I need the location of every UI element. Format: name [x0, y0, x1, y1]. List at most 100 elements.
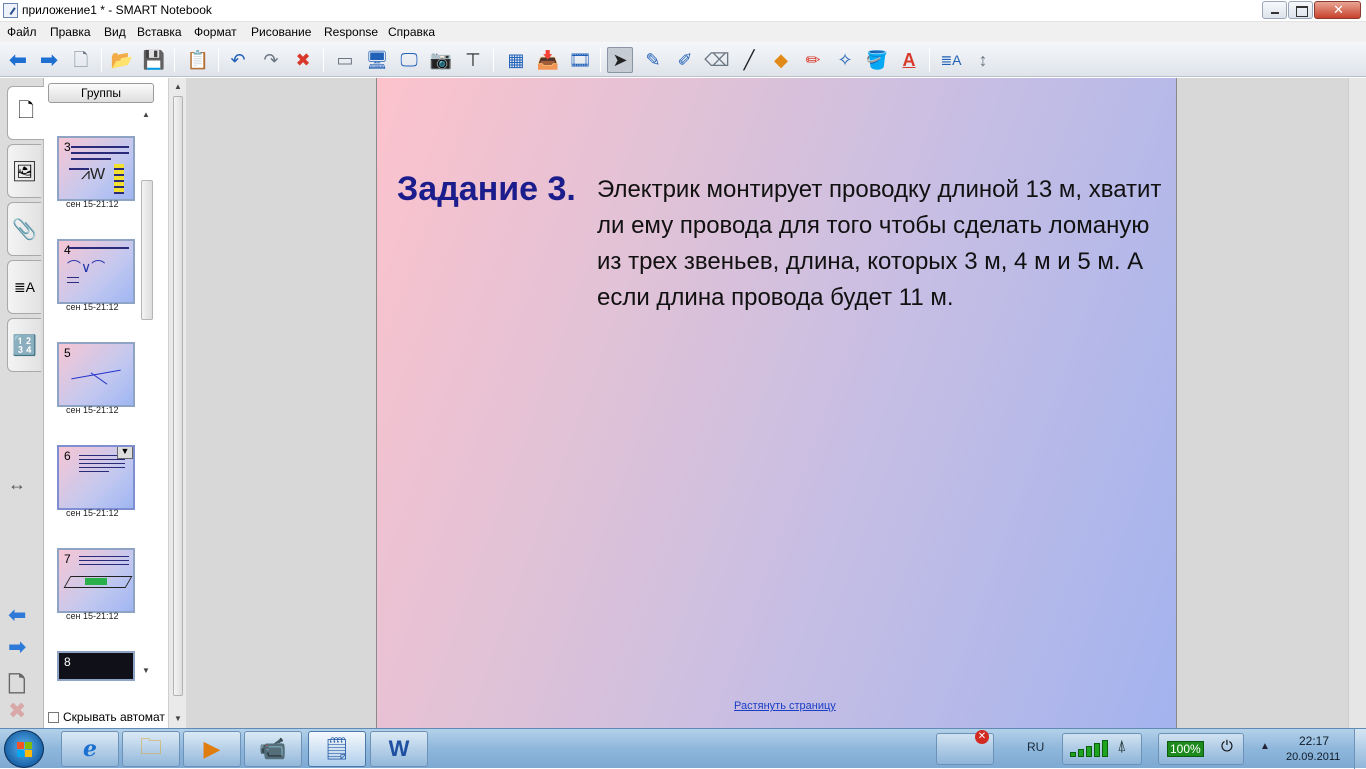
paste-icon[interactable]: 📋 [185, 47, 211, 73]
page-thumbnail[interactable]: 4 ⌒∨⌒ [57, 239, 135, 304]
page-number: 8 [64, 655, 71, 669]
table-icon[interactable]: ▦ [503, 47, 529, 73]
page-date: сен 15-21:12 [66, 611, 119, 621]
redo-icon[interactable]: ↷ [258, 47, 284, 73]
smart-notebook-app-icon [3, 3, 18, 18]
windows-logo-icon [17, 742, 33, 758]
page-sorter-tab-icon[interactable]: 🗋 [7, 86, 44, 140]
groups-button[interactable]: Группы [48, 83, 154, 103]
battery-percent: 100% [1167, 741, 1204, 757]
open-folder-icon[interactable]: 📂 [109, 47, 135, 73]
window-title: приложение1 * - SMART Notebook [22, 3, 212, 17]
panel-scrollbar[interactable]: ▲ ▼ [168, 78, 186, 728]
screen-shade-icon[interactable]: ▭ [332, 47, 358, 73]
menu-help[interactable]: Справка [388, 25, 435, 39]
menu-edit[interactable]: Правка [50, 25, 91, 39]
select-icon[interactable]: ➤ [607, 47, 633, 73]
toolbar: ⬅ ➡ 🗋 📂 💾 📋 ↶ ↷ ✖ ▭ 🖥 🖵 📷 ⊤ ▦ 📥 🎞 ➤ ✎ ✐ … [0, 42, 1366, 77]
wireless-icon: ⍋ [1117, 738, 1127, 755]
page-date: сен 15-21:12 [66, 302, 119, 312]
page-number: 7 [64, 552, 71, 566]
save-icon[interactable]: 💾 [141, 47, 167, 73]
autohide-checkbox[interactable]: Скрывать автомат [48, 710, 165, 724]
delete-page-icon[interactable]: ✖ [8, 698, 26, 724]
close-button[interactable] [1314, 1, 1361, 19]
back-arrow-icon[interactable]: ⬅ [5, 47, 31, 73]
page-number: 5 [64, 346, 71, 360]
add-page-icon[interactable]: 🗋 [68, 47, 94, 73]
clock-time[interactable]: 22:17 [1299, 734, 1329, 748]
menu-insert[interactable]: Вставка [137, 25, 182, 39]
creative-pen-icon[interactable]: ✐ [672, 47, 698, 73]
smart-notebook-taskbar-icon[interactable]: 🗒 [308, 731, 366, 767]
attachments-tab-icon[interactable]: 📎 [7, 202, 41, 256]
page-thumbnail[interactable]: 6 ▼ [57, 445, 135, 510]
page-sorter-panel: Группы 3 ⩘W сен 15-21:12 4 ⌒∨⌒ сен 15-21… [44, 78, 168, 728]
page-menu-dropdown-icon[interactable]: ▼ [117, 447, 133, 459]
properties-tab-icon[interactable]: ≣A [7, 260, 41, 314]
line-icon[interactable]: ╱ [736, 47, 762, 73]
record-icon[interactable]: 🎞 [567, 47, 593, 73]
task-title[interactable]: Задание 3. [397, 170, 576, 209]
undo-icon[interactable]: ↶ [225, 47, 251, 73]
autohide-checkbox-box[interactable] [48, 711, 59, 723]
delete-icon[interactable]: ✖ [290, 47, 316, 73]
fill-icon[interactable]: 🪣 [864, 47, 890, 73]
menu-response[interactable]: Response [324, 25, 378, 39]
maximize-button[interactable] [1288, 1, 1313, 19]
autohide-label: Скрывать автомат [63, 710, 165, 724]
properties-icon[interactable]: ≣A [938, 47, 964, 73]
internet-explorer-icon[interactable]: ℯ [61, 731, 119, 767]
page-thumbnail[interactable]: 7 [57, 548, 135, 613]
stretch-page-link[interactable]: Растянуть страницу [734, 700, 836, 712]
show-desktop-button[interactable] [1354, 729, 1366, 769]
page-thumbnail[interactable]: 5 [57, 342, 135, 407]
shape-icon[interactable]: ◆ [768, 47, 794, 73]
full-screen-icon[interactable]: 🖥 [364, 47, 390, 73]
screen-capture-icon[interactable]: 📷 [428, 47, 454, 73]
page-date: сен 15-21:12 [66, 405, 119, 415]
taskbar: ℯ 🗀 ▶ 📹 🗒 W ✕ RU ⍋ 100% ⏻ ▲ 22:17 20.09.… [0, 728, 1366, 769]
page-number: 6 [64, 449, 71, 463]
gallery-tab-icon[interactable]: 🖼 [7, 144, 41, 198]
notebook-page[interactable]: Задание 3. Электрик монтирует проводку д… [376, 78, 1177, 728]
menu-format[interactable]: Формат [194, 25, 237, 39]
resize-panel-icon[interactable]: ↔ [8, 474, 26, 495]
document-camera-app-icon[interactable]: 📹 [244, 731, 302, 767]
title-bar: приложение1 * - SMART Notebook [0, 0, 1366, 22]
page-date: сен 15-21:12 [66, 508, 119, 518]
previous-page-icon[interactable]: ⬅ [8, 602, 26, 628]
insert-attachment-icon[interactable]: 📥 [535, 47, 561, 73]
start-button[interactable] [4, 730, 44, 768]
menu-bar: Файл Правка Вид Вставка Формат Рисование… [0, 22, 1366, 42]
move-toolbar-icon[interactable]: ↕ [970, 47, 996, 73]
language-indicator[interactable]: RU [1027, 740, 1044, 754]
page-thumbnail[interactable]: 8 [57, 651, 135, 681]
eraser-icon[interactable]: ⌫ [704, 47, 730, 73]
menu-draw[interactable]: Рисование [251, 25, 311, 39]
pen-icon[interactable]: ✎ [640, 47, 666, 73]
menu-view[interactable]: Вид [104, 25, 126, 39]
workspace-scrollbar[interactable] [1348, 78, 1366, 728]
media-player-icon[interactable]: ▶ [183, 731, 241, 767]
word-icon[interactable]: W [370, 731, 428, 767]
clock-date[interactable]: 20.09.2011 [1286, 751, 1340, 763]
menu-file[interactable]: Файл [7, 25, 37, 39]
text-icon[interactable]: A [896, 47, 922, 73]
file-explorer-icon[interactable]: 🗀 [122, 731, 180, 767]
forward-arrow-icon[interactable]: ➡ [36, 47, 62, 73]
page-thumbnail[interactable]: 3 ⩘W [57, 136, 135, 201]
dual-page-icon[interactable]: 🖵 [396, 47, 422, 73]
page-sorter-scrollbar[interactable]: ▲ ▼ [140, 108, 155, 678]
show-hidden-icons-icon[interactable]: ▲ [1260, 741, 1270, 752]
minimize-button[interactable] [1262, 1, 1287, 19]
task-text[interactable]: Электрик монтирует проводку длиной 13 м,… [597, 172, 1167, 316]
side-tab-strip: 🗋 🖼 📎 ≣A 🔢 ↔ ⬅ ➡ 🗋 ✖ [0, 78, 44, 728]
addons-tab-icon[interactable]: 🔢 [7, 318, 41, 372]
next-page-icon[interactable]: ➡ [8, 634, 26, 660]
signal-strength-icon [1070, 737, 1110, 757]
shape-recognition-pen-icon[interactable]: ✧ [832, 47, 858, 73]
work-area: Задание 3. Электрик монтирует проводку д… [186, 78, 1366, 728]
magic-pen-icon[interactable]: ✏ [800, 47, 826, 73]
document-camera-icon[interactable]: ⊤ [460, 47, 486, 73]
